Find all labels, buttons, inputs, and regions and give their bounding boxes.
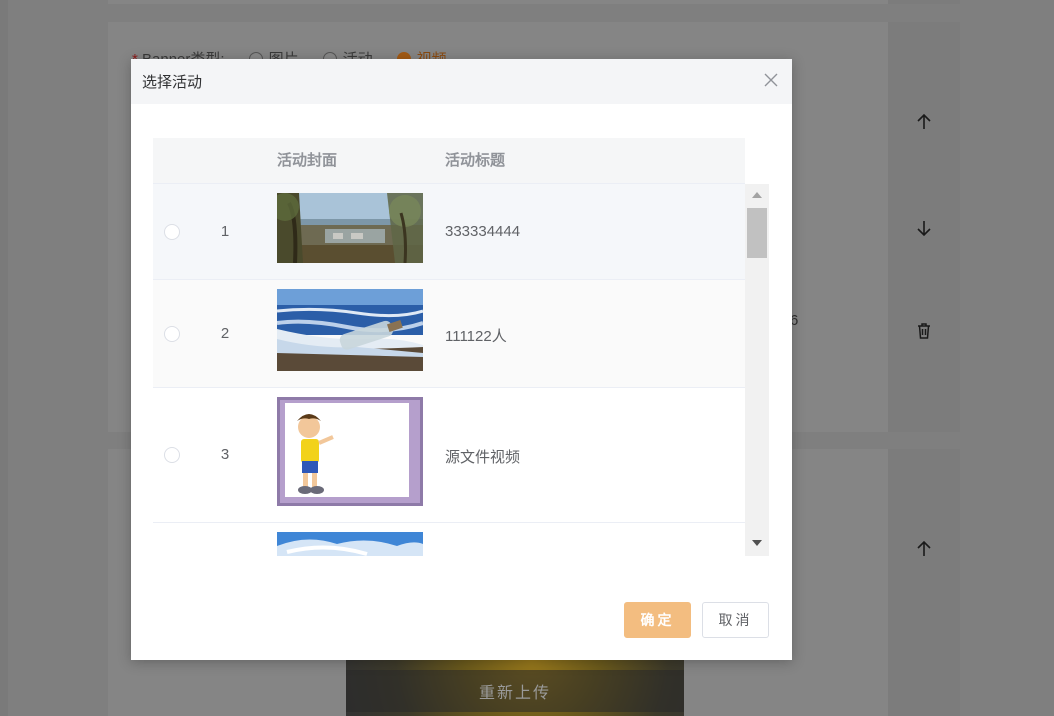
move-up-icon[interactable] <box>914 539 934 559</box>
lakeside-photo <box>277 193 423 263</box>
sky-photo <box>277 532 423 556</box>
row-index: 1 <box>220 223 230 240</box>
row-radio[interactable] <box>164 224 180 240</box>
activity-table: 活动封面 活动标题 1 333334444 2 111122人 3 源文件视频 <box>153 138 769 556</box>
dialog-header: 选择活动 <box>131 59 792 104</box>
banner-card-actions-previous <box>888 0 960 4</box>
table-scrollbar[interactable] <box>745 184 769 556</box>
column-header-title: 活动标题 <box>445 152 506 169</box>
table-header: 活动封面 活动标题 <box>153 138 745 184</box>
left-strip <box>0 0 8 716</box>
ocean-bottle-photo <box>277 289 423 371</box>
row-title: 111122人 <box>445 328 507 345</box>
move-up-icon[interactable] <box>914 112 934 132</box>
column-header-cover: 活动封面 <box>277 152 338 169</box>
table-row[interactable] <box>153 523 745 556</box>
banner-card-actions-next <box>888 449 960 716</box>
table-row[interactable]: 1 333334444 <box>153 184 745 280</box>
close-icon[interactable] <box>762 71 780 89</box>
cancel-button[interactable]: 取消 <box>702 602 769 638</box>
row-index: 3 <box>220 446 230 463</box>
table-row[interactable]: 3 源文件视频 <box>153 388 745 523</box>
row-radio[interactable] <box>164 326 180 342</box>
cartoon-boy-image <box>277 397 423 506</box>
table-row[interactable]: 2 111122人 <box>153 280 745 388</box>
banner-card-previous <box>108 0 960 4</box>
scrollbar-thumb[interactable] <box>747 208 767 258</box>
delete-icon[interactable] <box>914 321 934 341</box>
scroll-up-arrow-icon[interactable] <box>752 192 762 198</box>
reupload-button[interactable]: 重新上传 <box>346 670 684 712</box>
row-index: 2 <box>220 325 230 342</box>
dialog-title: 选择活动 <box>142 74 203 91</box>
confirm-button[interactable]: 确定 <box>624 602 691 638</box>
row-title: 333334444 <box>445 223 521 240</box>
row-title: 源文件视频 <box>445 449 521 466</box>
table-body: 1 333334444 2 111122人 3 源文件视频 <box>153 184 745 556</box>
select-activity-dialog: 选择活动 活动封面 活动标题 1 333334444 2 111122人 3 源… <box>131 59 792 660</box>
scroll-down-arrow-icon[interactable] <box>752 540 762 546</box>
row-radio[interactable] <box>164 447 180 463</box>
move-down-icon[interactable] <box>914 218 934 238</box>
